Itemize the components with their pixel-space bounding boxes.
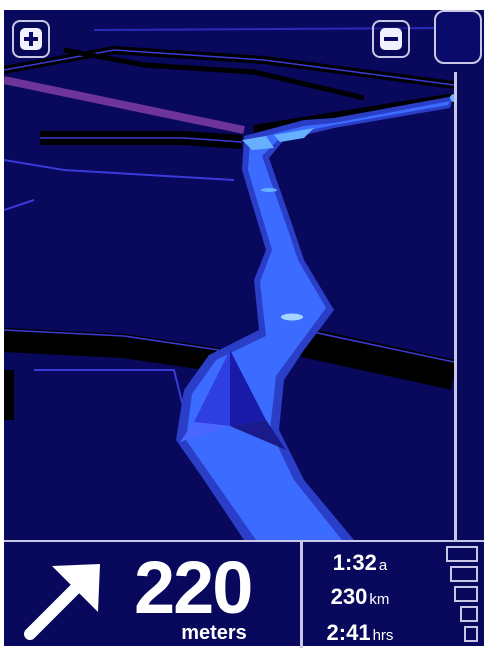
navigation-screen: 220 meters 1:32 a 230 km 2:41 hrs [0, 0, 484, 648]
eta-readout[interactable]: 1:32 a [310, 550, 410, 576]
remaining-time-value: 2:41 [326, 620, 371, 645]
menu-tab[interactable] [434, 10, 482, 64]
eta-value: 1:32 [332, 550, 377, 575]
zoom-in-button[interactable] [12, 20, 50, 58]
remaining-distance-unit: km [369, 591, 390, 608]
plus-icon [20, 28, 42, 50]
remaining-distance-value: 230 [330, 584, 368, 609]
signal-bar [464, 626, 478, 642]
instruction-bar: 220 meters 1:32 a 230 km 2:41 hrs [4, 540, 484, 648]
distance-to-turn[interactable]: 220 [134, 548, 253, 628]
eta-unit: a [378, 557, 388, 574]
remaining-time-readout[interactable]: 2:41 hrs [310, 620, 410, 646]
map-view[interactable] [4, 10, 454, 540]
remaining-time-unit: hrs [372, 627, 394, 644]
signal-bar [460, 606, 478, 622]
zoom-out-button[interactable] [372, 20, 410, 58]
side-rail [454, 72, 457, 540]
bar-divider [300, 542, 303, 648]
signal-bar [450, 566, 478, 582]
minus-icon [380, 28, 402, 50]
remaining-distance-readout[interactable]: 230 km [310, 584, 410, 610]
distance-unit-label: meters [181, 622, 247, 644]
signal-bar [446, 546, 478, 562]
signal-bar [454, 586, 478, 602]
side-panel [434, 10, 484, 540]
arrow-up-right-icon [24, 564, 100, 640]
signal-strength-icon [444, 544, 484, 648]
